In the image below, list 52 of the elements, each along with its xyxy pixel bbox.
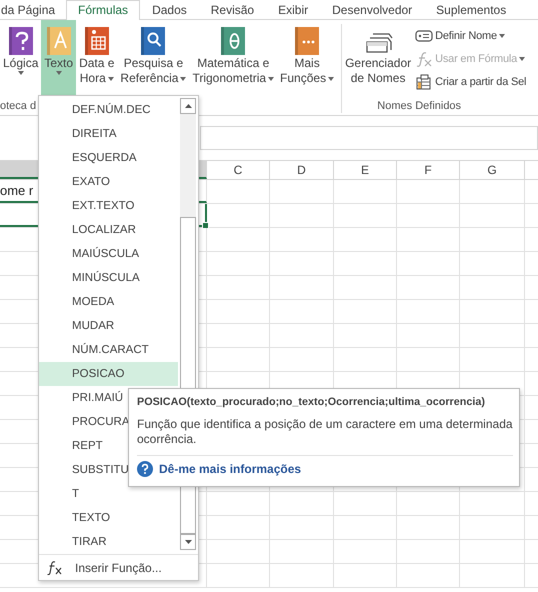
ribbon-tab[interactable]: Fórmulas	[66, 0, 140, 20]
menu-item[interactable]: MINÚSCULA	[39, 266, 178, 290]
menu-item[interactable]: T	[39, 482, 178, 506]
caret-icon	[108, 76, 114, 80]
function-icon	[47, 560, 63, 574]
book-icon	[219, 26, 248, 56]
menu-item[interactable]: TEXTO	[39, 506, 178, 530]
insert-function-link[interactable]: Inserir Função...	[75, 560, 162, 574]
ribbon-button[interactable]: Texto	[41, 20, 76, 98]
book-icon	[44, 26, 73, 56]
tag-icon	[415, 29, 434, 43]
cell-text: ome r	[0, 183, 34, 198]
tooltip-title: POSICAO(texto_procurado;no_texto;Ocorrencia;ultima_ocorrencia)	[137, 395, 485, 409]
book-icon	[82, 26, 111, 56]
scroll-up-icon	[184, 104, 192, 108]
ribbon-button[interactable]: Lógica	[0, 20, 42, 98]
menu-item[interactable]: DEF.NÚM.DEC	[39, 98, 178, 122]
menu-item[interactable]: EXATO	[39, 170, 178, 194]
ribbon-button[interactable]: Data e Hora	[76, 20, 118, 98]
menu-item[interactable]: TIRAR	[39, 530, 178, 554]
tooltip-description: Função que identifica a posição de um caractere em uma determinada ocorrência.	[137, 417, 513, 447]
menu-item[interactable]: MAIÚSCULA	[39, 242, 178, 266]
caret-icon	[268, 76, 274, 80]
menu-item[interactable]: EXT.TEXTO	[39, 194, 178, 218]
book-icon	[139, 26, 168, 56]
ribbon-command[interactable]: Definir Nome	[415, 26, 526, 46]
book-icon	[6, 26, 35, 56]
menu-item[interactable]: LOCALIZAR	[39, 218, 178, 242]
caret-icon	[180, 76, 186, 80]
help-icon	[137, 461, 153, 477]
name-manager-button[interactable]: Gerenciador de Nomes	[342, 20, 414, 98]
fill-handle[interactable]	[202, 222, 209, 229]
menu-item[interactable]: NÚM.CARACT	[39, 338, 178, 362]
menu-item[interactable]: MOEDA	[39, 290, 178, 314]
book-icon	[293, 26, 322, 56]
help-link[interactable]: Dê-me mais informações	[159, 462, 302, 476]
menu-item[interactable]: MUDAR	[39, 314, 178, 338]
caret-icon	[56, 71, 62, 75]
menu-item[interactable]: ESQUERDA	[39, 146, 178, 170]
menu-item[interactable]: DIREITA	[39, 122, 178, 146]
group-label: oteca d	[0, 99, 36, 113]
ribbon-button[interactable]: Pesquisa e Referência	[117, 20, 190, 98]
group-label: Nomes Definidos	[377, 99, 462, 113]
menu-item[interactable]: POSICAO	[39, 362, 178, 386]
caret-icon	[18, 71, 24, 75]
table-icon	[415, 74, 434, 90]
function-icon	[415, 51, 434, 67]
ribbon-button[interactable]: Mais Funções	[277, 20, 338, 98]
scroll-down-icon	[184, 540, 192, 544]
ribbon-command[interactable]: Criar a partir da Sel	[415, 72, 526, 92]
caret-icon	[328, 76, 334, 80]
ribbon-button[interactable]: Matemática e Trigonometria	[189, 20, 278, 98]
